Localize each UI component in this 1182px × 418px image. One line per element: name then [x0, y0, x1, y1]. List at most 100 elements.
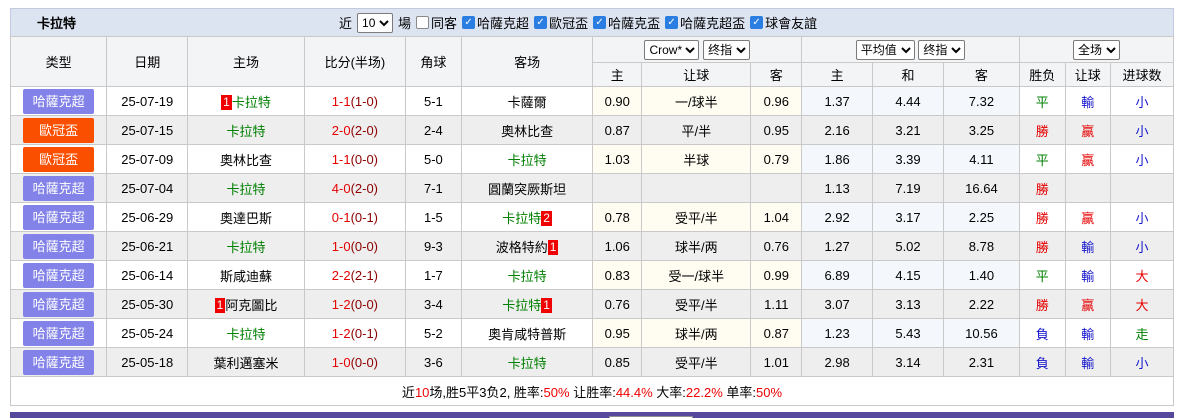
corners-cell: 5-0 [405, 144, 462, 174]
games-label: 場 [398, 16, 412, 31]
col-header-type: 类型 [9, 36, 108, 87]
table-row: 哈薩克超 25-05-30 1 阿克圖比 1-2(0-0) 3-4 卡拉特 1 0.76 受平/半… [9, 289, 1174, 319]
avg-source-select[interactable]: 平均值 [855, 39, 915, 60]
table-row: 哈薩克超 25-07-04 卡拉特 4-0(2-0) 7-1 圓蘭突厥斯坦 1.13 7.19… [9, 173, 1174, 203]
league-checkbox[interactable]: ✓ 哈薩克超 [462, 13, 529, 32]
handicap-line: 受平/半 [641, 289, 752, 319]
league-type-badge: 哈薩克超 [23, 291, 95, 317]
avg-home-odds: 2.92 [801, 202, 874, 232]
league-checkbox[interactable]: ✓ 歐冠盃 [534, 13, 588, 32]
avg-home-odds: 1.27 [801, 231, 874, 261]
odds-group-header: Crow* 终指 [592, 36, 803, 63]
goals-result: 小 [1110, 144, 1174, 174]
handicap-home-odds: 1.06 [592, 231, 643, 261]
halftime-score: (1-0) [350, 93, 379, 109]
team-name-text: 奧林比查 [220, 152, 273, 168]
team-name-text: 圓蘭突厥斯坦 [488, 181, 567, 197]
summary-segment: 单率: [722, 384, 757, 400]
home-team: 奧林比查 [187, 144, 305, 174]
match-date: 25-07-15 [106, 115, 189, 145]
league-type-cell: 哈薩克超 [9, 289, 108, 319]
checkbox-unchecked-icon[interactable] [416, 16, 430, 29]
home-team: 卡拉特 [187, 115, 305, 145]
away-team: 卡薩爾 [460, 86, 594, 116]
corners-cell: 3-6 [405, 347, 462, 377]
checkbox-checked-icon[interactable]: ✓ [593, 16, 607, 29]
league-checkbox[interactable]: ✓ 哈薩克超盃 [665, 13, 745, 32]
goals-result: 小 [1110, 202, 1174, 232]
league-checkbox[interactable]: ✓ 球會友誼 [750, 13, 817, 32]
league-type-cell: 哈薩克超 [9, 318, 108, 348]
match-date: 25-06-29 [106, 202, 189, 232]
team-name-text: 卡拉特 [502, 210, 542, 226]
fulltime-score: 0-1 [331, 209, 351, 225]
home-team: 1 卡拉特 [187, 86, 305, 116]
corners-cell: 5-2 [405, 318, 462, 348]
recent-count-select[interactable]: 10 [357, 12, 394, 33]
footer-bar: 對賽數據統計 [10, 412, 1174, 418]
handicap-home-odds [592, 173, 643, 203]
team-name-text: 波格特約 [495, 239, 548, 255]
rank-badge: 1 [221, 94, 232, 110]
league-type-badge: 哈薩克超 [23, 204, 95, 230]
team-name-text: 葉利邁塞米 [213, 355, 279, 371]
avg-draw-odds: 3.17 [872, 202, 944, 232]
halftime-score: (2-1) [350, 267, 379, 283]
table-row: 歐冠盃 25-07-15 卡拉特 2-0(2-0) 2-4 奧林比查 0.87 平/半 0.95… [9, 115, 1174, 145]
fulltime-score: 4-0 [331, 180, 351, 196]
winloss-result: 負 [1018, 318, 1066, 348]
avg-draw-odds: 7.19 [872, 173, 944, 203]
handicap-line: 受平/半 [641, 347, 752, 377]
handicap-line: 一/球半 [641, 86, 752, 116]
match-date: 25-05-30 [106, 289, 189, 319]
avg-away-odds: 2.22 [942, 289, 1020, 319]
checkbox-checked-icon[interactable]: ✓ [534, 16, 548, 29]
halftime-score: (0-0) [350, 296, 379, 312]
fulltime-score: 2-0 [331, 122, 351, 138]
summary-segment: 近 [401, 384, 415, 400]
match-date: 25-06-21 [106, 231, 189, 261]
sub-header-winloss: 胜负 [1018, 62, 1066, 87]
corners-cell: 7-1 [405, 173, 462, 203]
odds-source-select[interactable]: Crow* [644, 39, 700, 60]
fulltime-score: 1-0 [331, 238, 351, 254]
rank-badge: 1 [214, 297, 226, 313]
score-cell: 2-2(2-1) [303, 260, 407, 290]
same-away-checkbox[interactable]: 同客 [416, 13, 457, 32]
away-team: 卡拉特 [460, 347, 594, 377]
league-checkbox-label: 哈薩克盃 [608, 16, 661, 31]
sub-header-avg-home: 主 [801, 62, 874, 87]
sub-header-avg-away: 客 [942, 62, 1020, 87]
checkbox-checked-icon[interactable]: ✓ [462, 16, 476, 29]
handicap-result: 輸 [1064, 86, 1112, 116]
halftime-score: (0-0) [350, 151, 379, 167]
sub-header-handicap-result: 让球 [1064, 62, 1112, 87]
handicap-result: 輸 [1064, 347, 1112, 377]
corners-cell: 9-3 [405, 231, 462, 261]
halftime-score: (0-1) [350, 325, 379, 341]
match-date: 25-06-14 [106, 260, 189, 290]
filter-controls: 近 10 場 同客 ✓ 哈薩克超 ✓ 歐冠盃 ✓ 哈薩克盃 ✓ 哈薩克超盃 ✓ 球會友誼 [339, 9, 817, 36]
away-team: 卡拉特 1 [460, 289, 594, 319]
handicap-line: 平/半 [641, 115, 752, 145]
league-checkbox[interactable]: ✓ 哈薩克盃 [593, 13, 660, 32]
winloss-result: 勝 [1018, 202, 1066, 232]
same-away-label: 同客 [431, 16, 458, 31]
checkbox-checked-icon[interactable]: ✓ [665, 16, 679, 29]
team-name-text: 卡拉特 [507, 268, 547, 284]
result-group-header: 全场 [1018, 36, 1175, 63]
table-row: 哈薩克超 25-07-19 1 卡拉特 1-1(1-0) 5-1 卡薩爾 0.90 一/球半 0.… [9, 86, 1174, 116]
table-row: 哈薩克超 25-06-21 卡拉特 1-0(0-0) 9-3 波格特約 1 1.06 球半/两 0… [9, 231, 1174, 261]
sub-header-handicap-line: 让球 [641, 62, 752, 87]
league-type-badge: 哈薩克超 [23, 88, 95, 114]
odds-time-select-2[interactable]: 终指 [918, 39, 966, 60]
checkbox-checked-icon[interactable]: ✓ [750, 16, 764, 29]
scope-select[interactable]: 全场 [1072, 39, 1120, 60]
away-team: 波格特約 1 [460, 231, 594, 261]
handicap-result: 輸 [1064, 231, 1112, 261]
table-row: 哈薩克超 25-06-14 斯咸迪蘇 2-2(2-1) 1-7 卡拉特 0.83 受一/球半 0… [9, 260, 1174, 290]
avg-home-odds: 2.98 [801, 347, 874, 377]
team-name-text: 斯咸迪蘇 [220, 268, 273, 284]
score-cell: 1-1(1-0) [303, 86, 407, 116]
odds-time-select-1[interactable]: 终指 [703, 39, 751, 60]
